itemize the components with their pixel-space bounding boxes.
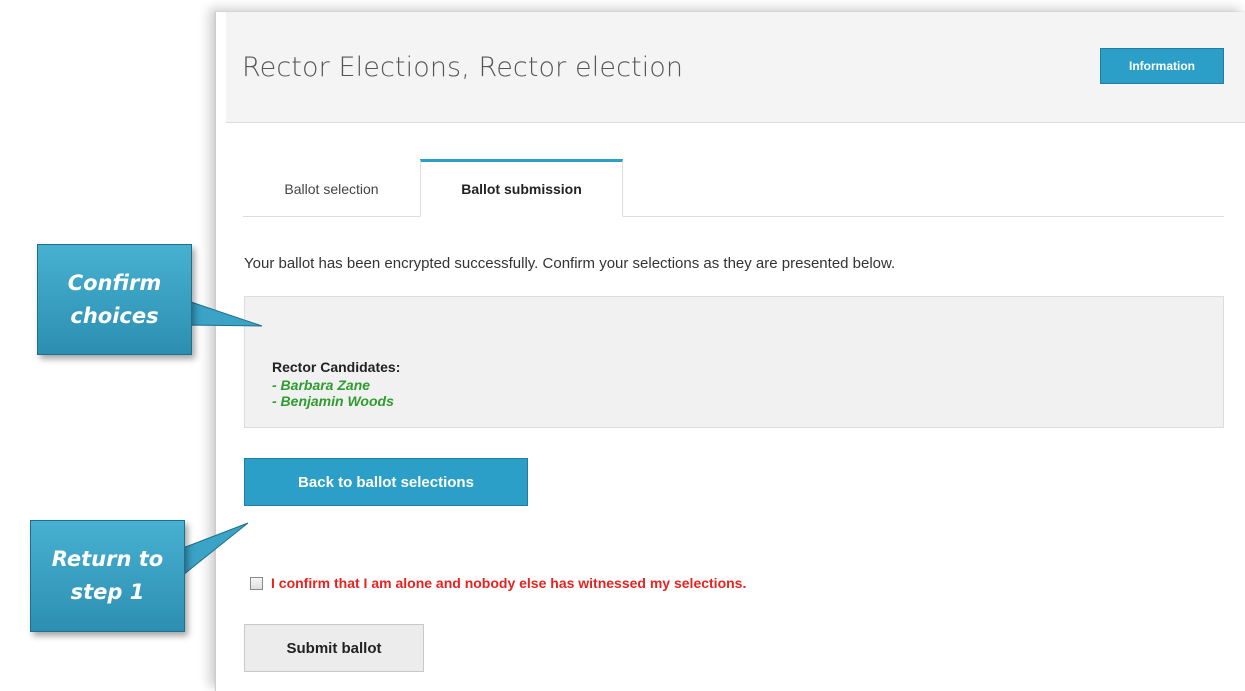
tab-ballot-selection[interactable]: Ballot selection bbox=[243, 159, 420, 216]
selections-heading: Rector Candidates: bbox=[272, 359, 401, 375]
election-window: Rector Elections, Rector election Inform… bbox=[215, 12, 1245, 691]
submit-ballot-button[interactable]: Submit ballot bbox=[244, 624, 424, 672]
tab-ballot-submission[interactable]: Ballot submission bbox=[420, 159, 623, 217]
page-header: Rector Elections, Rector election Inform… bbox=[226, 12, 1245, 123]
callout-return-step-1: Return to step 1 bbox=[30, 520, 185, 632]
selections-list: - Barbara Zane - Benjamin Woods bbox=[272, 377, 394, 409]
callout-confirm-choices: Confirm choices bbox=[37, 244, 192, 355]
selections-panel: Rector Candidates: - Barbara Zane - Benj… bbox=[244, 296, 1224, 428]
callout-text: Return to bbox=[51, 547, 164, 571]
callout-text: step 1 bbox=[70, 580, 145, 604]
confirm-row: I confirm that I am alone and nobody els… bbox=[250, 575, 746, 591]
page-title: Rector Elections, Rector election bbox=[242, 52, 684, 83]
list-item: - Benjamin Woods bbox=[272, 393, 394, 409]
back-to-selections-button[interactable]: Back to ballot selections bbox=[244, 458, 528, 506]
confirm-checkbox[interactable] bbox=[250, 576, 263, 590]
tab-bar: Ballot selection Ballot submission bbox=[243, 159, 1224, 217]
information-button[interactable]: Information bbox=[1100, 48, 1224, 84]
confirm-label[interactable]: I confirm that I am alone and nobody els… bbox=[271, 575, 746, 591]
callout-text: choices bbox=[70, 303, 159, 328]
callout-text: Confirm bbox=[67, 270, 162, 295]
list-item: - Barbara Zane bbox=[272, 377, 371, 393]
encryption-message: Your ballot has been encrypted successfu… bbox=[244, 255, 896, 272]
